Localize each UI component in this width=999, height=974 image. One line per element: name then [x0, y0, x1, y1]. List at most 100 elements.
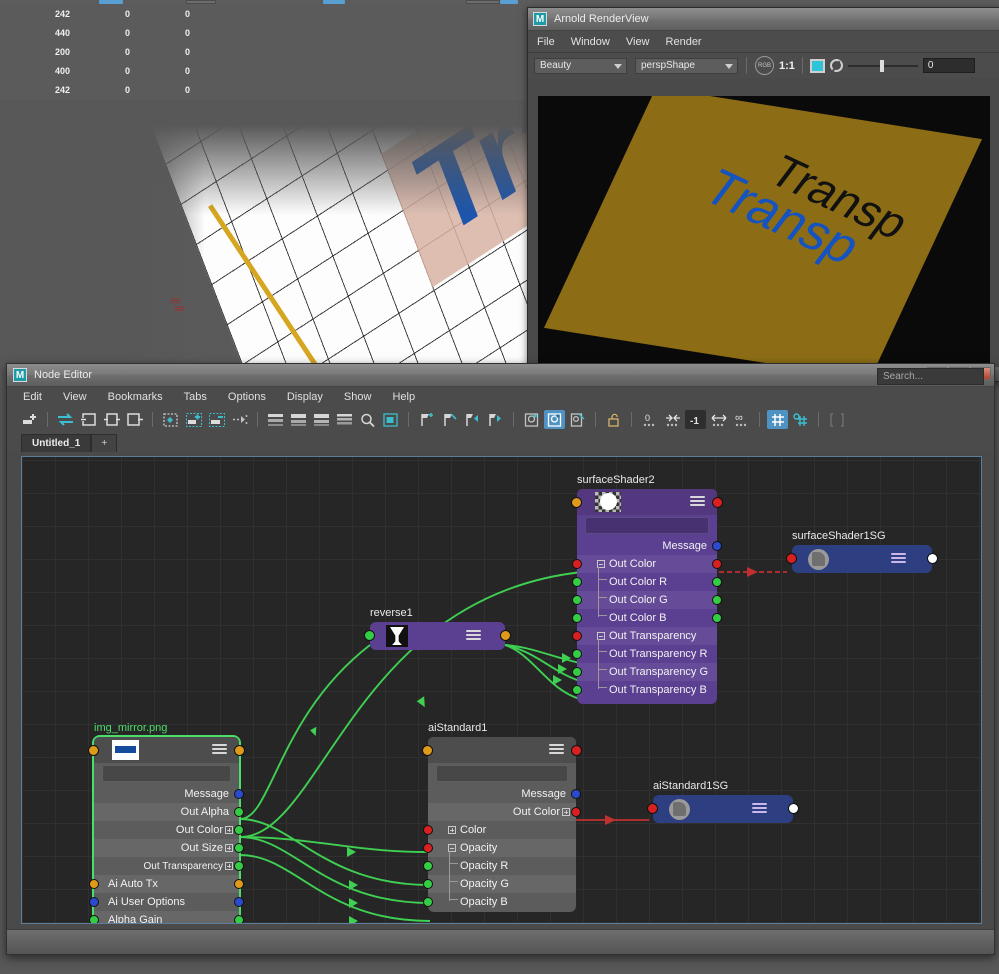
plug-out-out-size[interactable] [234, 843, 244, 853]
plug-in[interactable] [647, 803, 658, 814]
plug-in-out-transparency-r[interactable] [572, 649, 582, 659]
plug-out-top[interactable] [712, 497, 723, 508]
expand-toggle[interactable] [562, 808, 570, 816]
node-surfaceshader2[interactable]: surfaceShader2 Message Out Color Out Col… [571, 474, 723, 704]
node-graph-canvas[interactable]: surfaceShader2 Message Out Color Out Col… [21, 456, 982, 924]
plug-out-out-color[interactable] [234, 825, 244, 835]
grid-toggle-icon[interactable] [790, 410, 811, 429]
plug-in-opacity-b[interactable] [423, 897, 433, 907]
node-swatch[interactable] [112, 740, 139, 760]
input-connections-icon[interactable] [78, 410, 99, 429]
plug-out-out-color-b[interactable] [712, 613, 722, 623]
plug-out-message[interactable] [712, 541, 722, 551]
plug-out-out-color[interactable] [571, 807, 581, 817]
exposure-value-field[interactable]: 0 [922, 58, 975, 73]
attr-opacity-r[interactable]: Opacity R [428, 857, 576, 875]
node-menu-icon[interactable] [212, 744, 227, 755]
node-editor-window[interactable]: M Node Editor ━ ☐ ✖ Edit View Bookmarks … [6, 363, 995, 955]
arnold-renderview-window[interactable]: M Arnold RenderView File Window View Ren… [527, 7, 999, 382]
node-surfaceshader1sg[interactable]: surfaceShader1SG [786, 530, 938, 573]
plug-in-ai-user-options[interactable] [89, 897, 99, 907]
plug-out-ai-auto-tx[interactable] [234, 879, 244, 889]
unlock-icon[interactable] [603, 410, 624, 429]
custom-mode-icon[interactable] [334, 410, 355, 429]
clear-graph-icon[interactable] [567, 410, 588, 429]
search-icon[interactable] [357, 410, 378, 429]
tab-add-new[interactable]: + [91, 434, 118, 452]
pin-icon[interactable] [416, 410, 437, 429]
menu-show[interactable]: Show [344, 391, 372, 403]
add-to-graph-icon[interactable] [183, 410, 204, 429]
plug-in[interactable] [364, 630, 375, 641]
plug-in-opacity[interactable] [423, 843, 433, 853]
plug-in-alpha-gain[interactable] [89, 915, 99, 923]
search-input[interactable]: Search... [877, 368, 984, 385]
zero-depth-icon[interactable]: 0 [639, 410, 660, 429]
node-menu-icon[interactable] [690, 496, 705, 507]
attr-out-color[interactable]: Out Color [428, 803, 576, 821]
plug-in[interactable] [786, 553, 797, 564]
pin-left-icon[interactable] [462, 410, 483, 429]
attr-ai-user-options[interactable]: Ai User Options [94, 893, 239, 911]
node-swatch[interactable] [595, 492, 621, 512]
node-menu-icon[interactable] [466, 630, 481, 641]
plug-out-out-color[interactable] [712, 559, 722, 569]
zoom-ratio-label[interactable]: 1:1 [779, 60, 795, 72]
attr-opacity[interactable]: Opacity [428, 839, 576, 857]
attr-opacity-b[interactable]: Opacity B [428, 893, 576, 911]
grid-snap-icon[interactable] [767, 410, 788, 429]
rearrange-graph-icon[interactable] [160, 410, 181, 429]
add-selected-nodes-icon[interactable] [19, 410, 40, 429]
node-menu-icon[interactable] [891, 553, 906, 564]
menu-edit[interactable]: Edit [23, 391, 42, 403]
plug-out[interactable] [500, 630, 511, 641]
node-menu-icon[interactable] [752, 803, 767, 814]
unpin-icon[interactable] [439, 410, 460, 429]
menu-view[interactable]: View [63, 391, 87, 403]
connected-mode-icon[interactable] [288, 410, 309, 429]
plug-out-out-alpha[interactable] [234, 807, 244, 817]
attr-color[interactable]: Color [428, 821, 576, 839]
attr-alpha-gain[interactable]: Alpha Gain [94, 911, 239, 923]
plug-out-out-color-g[interactable] [712, 595, 722, 605]
node-header[interactable] [428, 737, 576, 763]
arnold-title-bar[interactable]: M Arnold RenderView [528, 8, 999, 31]
menu-help[interactable]: Help [392, 391, 415, 403]
expand-depth-icon[interactable] [708, 410, 729, 429]
attr-message[interactable]: Message [94, 785, 239, 803]
menu-bookmarks[interactable]: Bookmarks [108, 391, 163, 403]
plug-out[interactable] [927, 553, 938, 564]
exposure-icon[interactable] [829, 59, 843, 72]
menu-window[interactable]: Window [571, 36, 610, 48]
plug-in-top[interactable] [571, 497, 582, 508]
plug-in-out-color-b[interactable] [572, 613, 582, 623]
aov-select[interactable]: Beauty [534, 57, 627, 74]
shader-network-icon[interactable] [521, 410, 542, 429]
attr-ai-auto-tx[interactable]: Ai Auto Tx [94, 875, 239, 893]
plug-in-out-transparency-g[interactable] [572, 667, 582, 677]
menu-file[interactable]: File [537, 36, 555, 48]
plug-out[interactable] [788, 803, 799, 814]
crop-region-icon[interactable] [809, 58, 825, 73]
collapse-depth-icon[interactable] [662, 410, 683, 429]
plug-in-opacity-r[interactable] [423, 861, 433, 871]
attr-out-color[interactable]: Out Color [94, 821, 239, 839]
node-reverse1[interactable]: reverse1 [364, 607, 511, 650]
minus-one-depth-icon[interactable]: -1 [685, 410, 706, 429]
arnold-menu-bar[interactable]: File Window View Render [528, 31, 999, 53]
menu-tabs[interactable]: Tabs [184, 391, 207, 403]
expand-toggle[interactable] [225, 862, 233, 870]
input-output-connections-icon[interactable] [101, 410, 122, 429]
simple-mode-icon[interactable] [265, 410, 286, 429]
plug-out-out-transparency[interactable] [234, 861, 244, 871]
menu-options[interactable]: Options [228, 391, 266, 403]
node-aistandard1sg[interactable]: aiStandard1SG [647, 780, 799, 823]
plug-in-top[interactable] [422, 745, 433, 756]
tab-untitled-1[interactable]: Untitled_1 [21, 434, 92, 452]
plug-in-color[interactable] [423, 825, 433, 835]
plug-in-out-color-r[interactable] [572, 577, 582, 587]
arnold-toolbar[interactable]: Beauty perspShape RGB 1:1 0 [528, 53, 999, 78]
menu-render[interactable]: Render [666, 36, 702, 48]
attr-message[interactable]: Message [428, 785, 576, 803]
expand-toggle[interactable] [225, 826, 233, 834]
